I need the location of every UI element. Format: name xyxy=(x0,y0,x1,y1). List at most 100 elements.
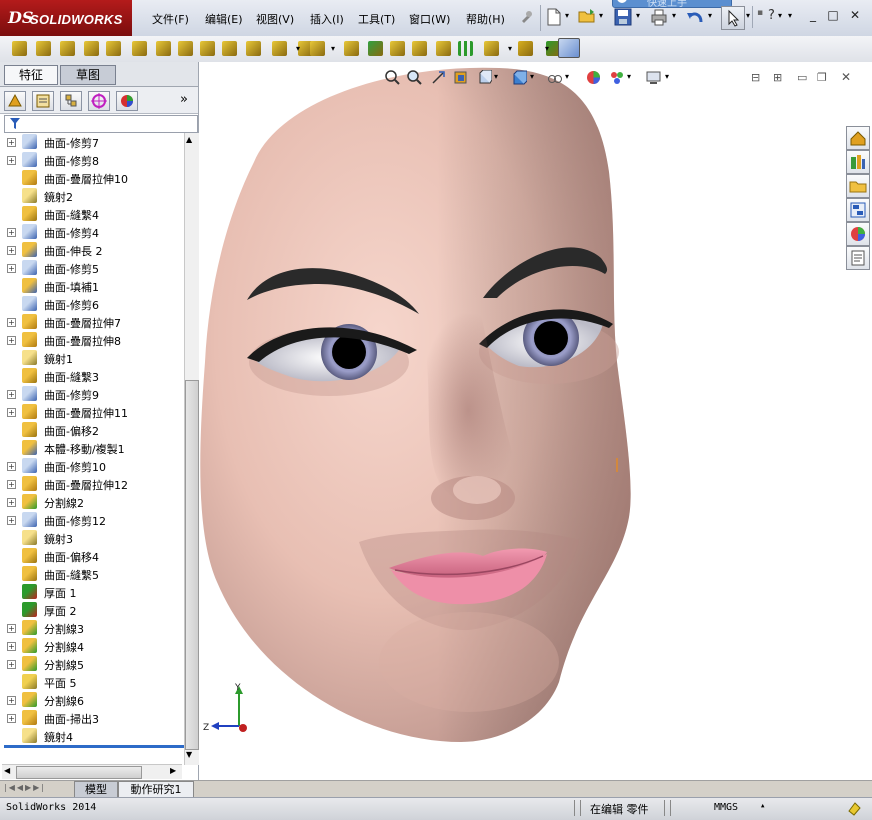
restore-window-icon[interactable]: □ xyxy=(825,8,841,22)
tab-motion-study[interactable]: 動作研究1 xyxy=(118,781,194,798)
tree-item[interactable]: 厚面 2 xyxy=(2,601,184,619)
menu-item-0[interactable]: 文件(F) xyxy=(152,11,189,27)
select-dropdown-icon[interactable]: ▾ xyxy=(746,11,750,20)
expand-toggle-icon[interactable]: + xyxy=(7,498,16,507)
menu-item-4[interactable]: 工具(T) xyxy=(358,11,395,27)
undo-icon[interactable] xyxy=(686,8,704,29)
scroll-left-icon[interactable]: ◀ xyxy=(4,766,10,775)
tree-item[interactable]: + 曲面-伸長 2 xyxy=(2,241,184,259)
task-pane-view-palette-button[interactable] xyxy=(846,198,870,222)
tree-scroll-thumb[interactable] xyxy=(185,380,199,750)
expand-toggle-icon[interactable]: + xyxy=(7,246,16,255)
tree-item[interactable]: + 曲面-疊層拉伸11 xyxy=(2,403,184,421)
print-dropdown-icon[interactable]: ▾ xyxy=(672,11,676,20)
expand-toggle-icon[interactable]: + xyxy=(7,390,16,399)
untrim-surface-icon[interactable] xyxy=(272,41,287,56)
hide-show-items-icon[interactable] xyxy=(547,70,562,85)
hide-show-dropdown-icon[interactable]: ▾ xyxy=(565,72,569,81)
apply-scene-icon[interactable] xyxy=(609,70,624,85)
new-document-icon[interactable] xyxy=(546,8,562,29)
task-pane-home-button[interactable] xyxy=(846,126,870,150)
tree-item[interactable]: 曲面-偏移4 xyxy=(2,547,184,565)
tree-item[interactable]: + 曲面-修剪9 xyxy=(2,385,184,403)
tree-item[interactable]: + 曲面-掃出3 xyxy=(2,709,184,727)
face-model[interactable]: Y Z xyxy=(199,62,872,780)
tree-item[interactable]: + 曲面-修剪8 xyxy=(2,151,184,169)
tree-item[interactable]: + 曲面-修剪5 xyxy=(2,259,184,277)
replace-face-icon[interactable] xyxy=(368,41,383,56)
expand-toggle-icon[interactable]: + xyxy=(7,696,16,705)
menu-item-1[interactable]: 编辑(E) xyxy=(205,11,243,27)
expand-toggle-icon[interactable]: + xyxy=(7,642,16,651)
display-style-icon[interactable] xyxy=(512,70,528,85)
planar-surface-icon[interactable] xyxy=(200,41,215,56)
fill-surface-icon[interactable] xyxy=(310,41,325,56)
task-pane-file-explorer-button[interactable] xyxy=(846,174,870,198)
tree-item[interactable]: + 分割線4 xyxy=(2,637,184,655)
menu-item-6[interactable]: 帮助(H) xyxy=(466,11,505,27)
help-question-icon[interactable]: ? xyxy=(768,8,775,23)
offset-surface-icon[interactable] xyxy=(132,41,147,56)
cut-with-surface-icon[interactable] xyxy=(390,41,405,56)
tab-model[interactable]: 模型 xyxy=(74,781,118,798)
viewport-restore-icon[interactable]: ❐ xyxy=(817,71,827,84)
tree-filter[interactable] xyxy=(4,115,198,133)
expand-toggle-icon[interactable]: + xyxy=(7,624,16,633)
tree-item[interactable]: 曲面-填補1 xyxy=(2,277,184,295)
rebuild-status-icon[interactable] xyxy=(846,800,862,819)
menu-item-3[interactable]: 插入(I) xyxy=(310,11,344,27)
minimize-window-icon[interactable]: _ xyxy=(805,8,821,22)
tree-item[interactable]: 鏡射3 xyxy=(2,529,184,547)
menu-item-2[interactable]: 视图(V) xyxy=(256,11,294,27)
undo-dropdown-icon[interactable]: ▾ xyxy=(708,11,712,20)
scroll-down-icon[interactable]: ▼ xyxy=(186,750,192,759)
tree-item[interactable]: + 分割線6 xyxy=(2,691,184,709)
tab-navigation-arrows-icon[interactable]: |◀◀▶▶| xyxy=(4,783,46,792)
configuration-manager-tab[interactable] xyxy=(60,91,82,111)
tree-item[interactable]: 平面 5 xyxy=(2,673,184,691)
quick-start-hint[interactable]: 快速上手 xyxy=(612,0,732,9)
tree-item[interactable]: 曲面-縫繫3 xyxy=(2,367,184,385)
lofted-surface-icon[interactable] xyxy=(106,41,121,56)
open-dropdown-icon[interactable]: ▾ xyxy=(599,11,603,20)
solidworks-logo[interactable]: DS SOLIDWORKS xyxy=(0,0,132,36)
edit-appearance-icon[interactable] xyxy=(586,70,601,85)
new-dropdown-icon[interactable]: ▾ xyxy=(565,11,569,20)
print-icon[interactable] xyxy=(650,8,668,29)
tree-item[interactable]: 曲面-縫繫5 xyxy=(2,565,184,583)
expand-toggle-icon[interactable]: + xyxy=(7,480,16,489)
reference-dropdown-icon[interactable]: ▾ xyxy=(545,44,549,53)
view-settings-dropdown-icon[interactable]: ▾ xyxy=(665,72,669,81)
task-pane-design-library-button[interactable] xyxy=(846,150,870,174)
units-dropdown-icon[interactable]: ▴ xyxy=(760,801,765,811)
split-line-icon[interactable] xyxy=(518,41,533,56)
expand-toggle-icon[interactable]: + xyxy=(7,264,16,273)
reference-geometry-icon[interactable] xyxy=(558,38,580,58)
expand-toggle-icon[interactable]: + xyxy=(7,318,16,327)
radiate-surface-icon[interactable] xyxy=(156,41,171,56)
save-dropdown-icon[interactable]: ▾ xyxy=(636,11,640,20)
thicken-icon[interactable] xyxy=(412,41,427,56)
display-manager-tab[interactable] xyxy=(116,91,138,111)
rebuild-icon[interactable]: ▪ xyxy=(757,8,763,18)
linear-pattern-icon[interactable] xyxy=(458,41,473,56)
tree-horizontal-scrollbar[interactable]: ◀ ▶ xyxy=(2,764,182,779)
viewport-split-vertical-icon[interactable]: ⊞ xyxy=(773,71,782,84)
boundary-surface-icon[interactable] xyxy=(12,41,27,56)
view-settings-icon[interactable] xyxy=(646,70,661,85)
feature-manager-tab[interactable] xyxy=(4,91,26,111)
expand-toggle-icon[interactable]: + xyxy=(7,138,16,147)
expand-toggle-icon[interactable]: + xyxy=(7,462,16,471)
tree-item[interactable]: + 曲面-疊層拉伸8 xyxy=(2,331,184,349)
tab-sketch[interactable]: 草图 xyxy=(60,65,116,85)
pin-icon[interactable] xyxy=(518,9,534,28)
expand-toggle-icon[interactable]: + xyxy=(7,516,16,525)
tree-item[interactable]: + 曲面-修剪4 xyxy=(2,223,184,241)
rollback-bar[interactable] xyxy=(4,745,184,748)
tree-item[interactable]: 鏡射2 xyxy=(2,187,184,205)
tree-item[interactable]: 曲面-縫繫4 xyxy=(2,205,184,223)
save-icon[interactable] xyxy=(614,8,632,29)
close-window-icon[interactable]: ✕ xyxy=(847,8,863,22)
task-pane-appearances-button[interactable] xyxy=(846,222,870,246)
expand-toggle-icon[interactable]: + xyxy=(7,156,16,165)
